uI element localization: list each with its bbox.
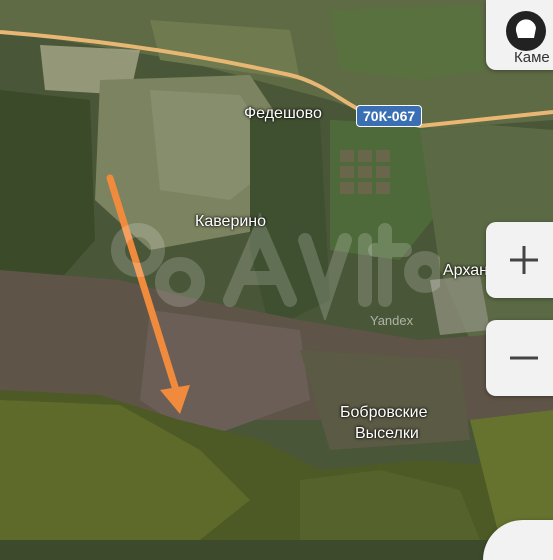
place-label-fedeshovo: Федешово [244, 105, 322, 122]
place-label-bobrovskie: Бобровские [340, 404, 428, 421]
zoom-in-button[interactable] [486, 222, 553, 298]
zoom-out-button[interactable] [486, 320, 553, 396]
minus-icon [510, 356, 538, 360]
place-label-kaverino: Каверино [195, 213, 267, 230]
road-badge: 70К-067 [356, 105, 423, 127]
layer-label: Каме [514, 49, 550, 66]
provider-logo: Yandex [370, 313, 414, 328]
place-label-vyselki: Выселки [355, 425, 419, 442]
avito-watermark [111, 212, 440, 320]
plus-icon [510, 246, 538, 274]
